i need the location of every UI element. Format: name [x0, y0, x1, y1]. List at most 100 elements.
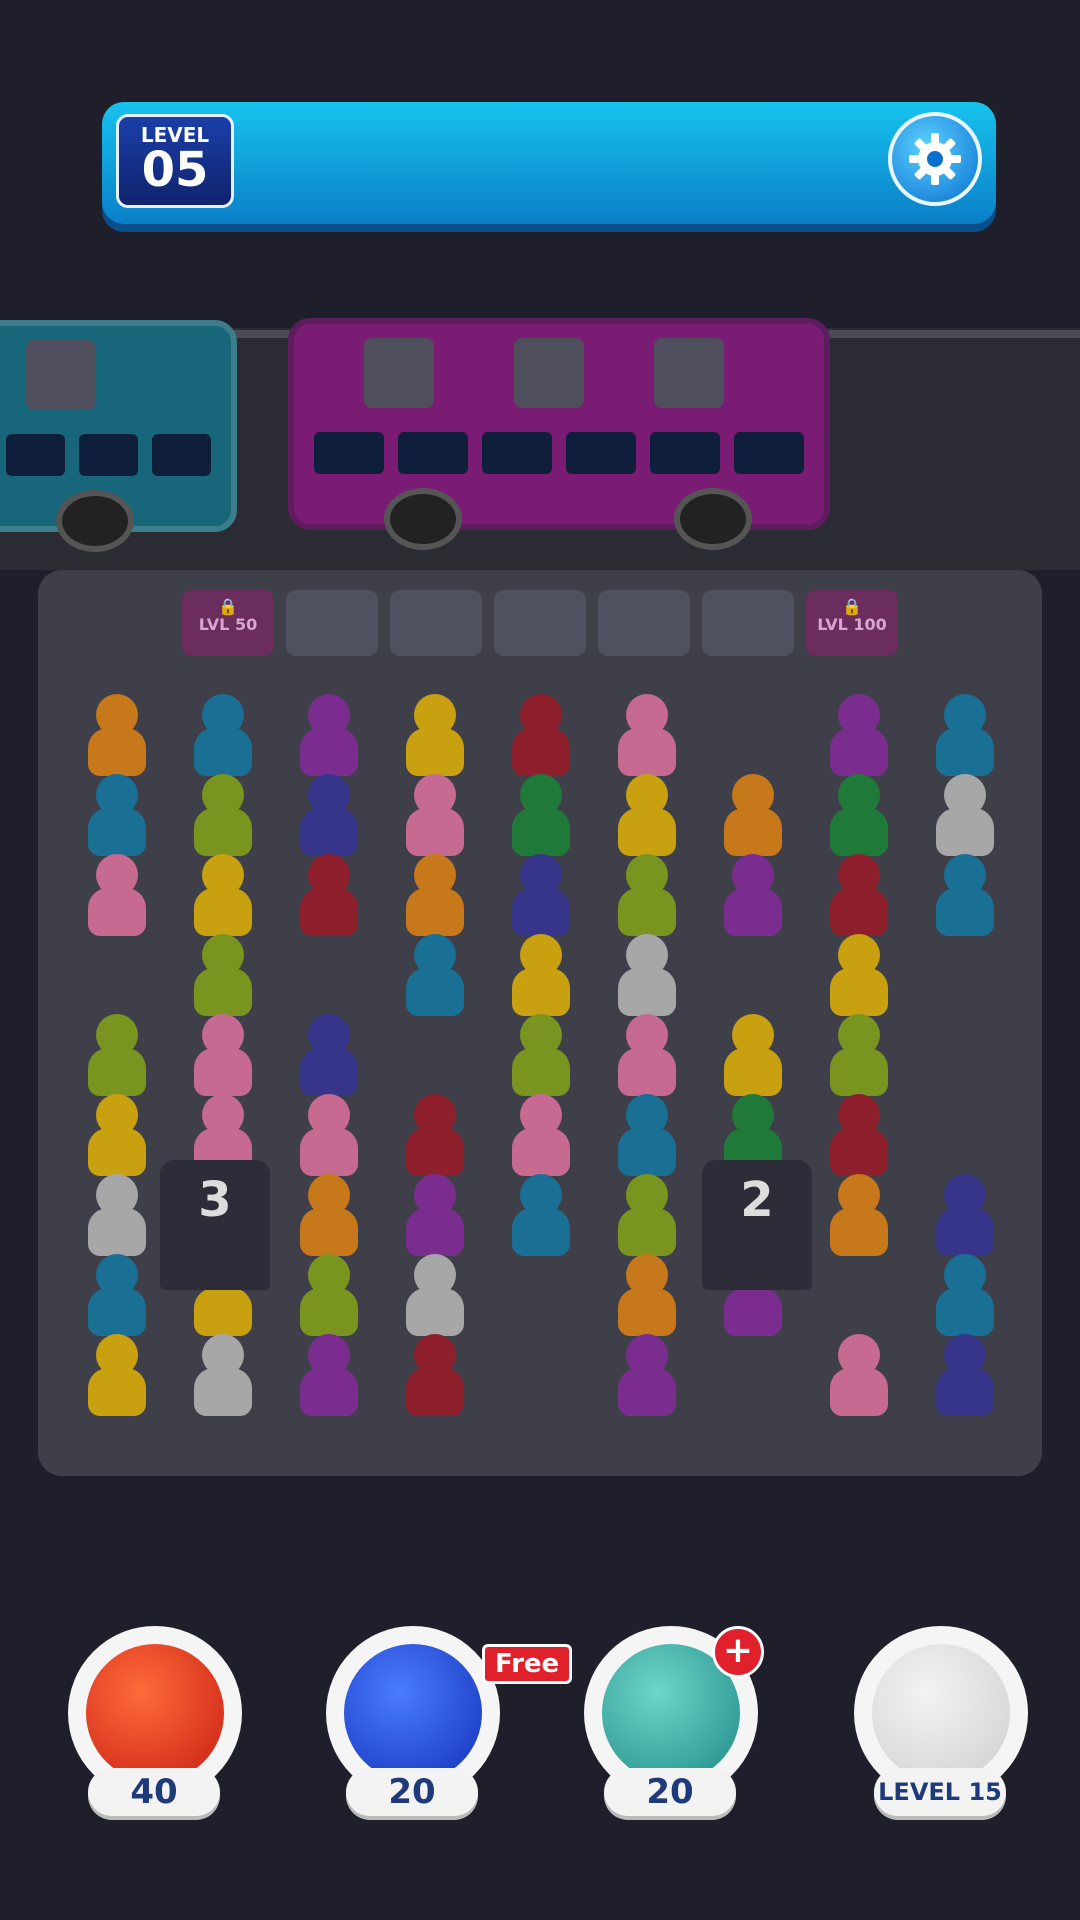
passenger[interactable]	[822, 774, 894, 864]
settings-button[interactable]	[888, 112, 982, 206]
passenger[interactable]	[610, 1094, 682, 1184]
bus-windows	[6, 434, 211, 476]
passenger[interactable]	[822, 1014, 894, 1104]
shuffle-count: 20	[346, 1768, 478, 1816]
shuffle-icon	[344, 1644, 482, 1782]
gear-icon	[909, 133, 961, 185]
passenger[interactable]	[928, 854, 1000, 944]
waiting-slot	[702, 590, 794, 656]
passenger[interactable]	[716, 854, 788, 944]
passenger[interactable]	[186, 854, 258, 944]
passenger[interactable]	[928, 694, 1000, 784]
waiting-slot	[390, 590, 482, 656]
bus-seat	[26, 340, 96, 410]
passenger[interactable]	[80, 1254, 152, 1344]
passenger[interactable]	[292, 694, 364, 784]
passenger[interactable]	[80, 694, 152, 784]
passenger[interactable]	[292, 854, 364, 944]
bus-seat	[654, 338, 724, 408]
free-tag: Free	[482, 1644, 573, 1684]
bus-purple[interactable]	[288, 318, 830, 550]
passenger[interactable]	[186, 1014, 258, 1104]
passenger[interactable]	[822, 1334, 894, 1424]
passenger[interactable]	[610, 1254, 682, 1344]
passenger[interactable]	[398, 1094, 470, 1184]
tunnel-left[interactable]: 3	[160, 1160, 270, 1290]
waiting-slot	[286, 590, 378, 656]
passenger[interactable]	[80, 1174, 152, 1264]
passenger[interactable]	[504, 854, 576, 944]
undo-powerup[interactable]: 40	[68, 1620, 242, 1820]
passenger[interactable]	[398, 1174, 470, 1264]
passenger[interactable]	[398, 694, 470, 784]
freeze-count: 20	[604, 1768, 736, 1816]
passenger[interactable]	[928, 1254, 1000, 1344]
passenger[interactable]	[398, 774, 470, 864]
passenger[interactable]	[186, 1334, 258, 1424]
passenger[interactable]	[610, 694, 682, 784]
passenger[interactable]	[292, 1334, 364, 1424]
passenger[interactable]	[610, 774, 682, 864]
waiting-slot	[598, 590, 690, 656]
passenger[interactable]	[610, 1014, 682, 1104]
passenger[interactable]	[398, 854, 470, 944]
passenger[interactable]	[504, 694, 576, 784]
passenger[interactable]	[822, 854, 894, 944]
padlock-icon	[872, 1644, 1010, 1782]
passenger[interactable]	[822, 934, 894, 1024]
passenger[interactable]	[822, 1174, 894, 1264]
passenger[interactable]	[80, 1014, 152, 1104]
passenger[interactable]	[80, 854, 152, 944]
passenger[interactable]	[186, 774, 258, 864]
passenger[interactable]	[398, 934, 470, 1024]
bus-seat	[364, 338, 434, 408]
passenger[interactable]	[716, 1014, 788, 1104]
bus-seat	[514, 338, 584, 408]
undo-count: 40	[88, 1768, 220, 1816]
passenger[interactable]	[80, 774, 152, 864]
passenger[interactable]	[292, 774, 364, 864]
locked-powerup[interactable]: LEVEL 15	[854, 1620, 1028, 1820]
passenger[interactable]	[716, 774, 788, 864]
passenger[interactable]	[504, 1094, 576, 1184]
passenger[interactable]	[292, 1094, 364, 1184]
passenger[interactable]	[610, 854, 682, 944]
passenger[interactable]	[928, 774, 1000, 864]
bus-wheel	[674, 488, 752, 550]
passenger[interactable]	[822, 694, 894, 784]
undo-arrow-icon	[86, 1644, 224, 1782]
tunnel-right[interactable]: 2	[702, 1160, 812, 1290]
tunnel-count: 3	[198, 1172, 232, 1228]
waiting-slot	[494, 590, 586, 656]
passenger[interactable]	[80, 1094, 152, 1184]
bus-teal[interactable]	[0, 320, 237, 552]
passenger[interactable]	[398, 1254, 470, 1344]
bus-wheel	[384, 488, 462, 550]
passenger[interactable]	[186, 934, 258, 1024]
locked-slot-lvl100[interactable]: 🔒 LVL 100	[806, 590, 898, 656]
shuffle-powerup[interactable]: Free 20	[326, 1620, 573, 1820]
passenger[interactable]	[610, 1174, 682, 1264]
passenger[interactable]	[186, 694, 258, 784]
passenger[interactable]	[504, 1014, 576, 1104]
passenger[interactable]	[610, 1334, 682, 1424]
passenger[interactable]	[398, 1334, 470, 1424]
passenger[interactable]	[504, 774, 576, 864]
passenger[interactable]	[80, 1334, 152, 1424]
passenger[interactable]	[292, 1174, 364, 1264]
freeze-powerup[interactable]: + 20	[584, 1620, 764, 1820]
passenger[interactable]	[928, 1334, 1000, 1424]
add-freeze-button[interactable]: +	[712, 1626, 764, 1678]
locked-slot-lvl50[interactable]: 🔒 LVL 50	[182, 590, 274, 656]
passenger[interactable]	[928, 1174, 1000, 1264]
passenger[interactable]	[292, 1254, 364, 1344]
passenger[interactable]	[292, 1014, 364, 1104]
passenger[interactable]	[504, 1174, 576, 1264]
passenger[interactable]	[504, 934, 576, 1024]
passenger[interactable]	[610, 934, 682, 1024]
top-bar: LEVEL 05	[102, 102, 996, 224]
level-badge: LEVEL 05	[116, 114, 234, 208]
tunnel-count: 2	[740, 1172, 774, 1228]
passenger[interactable]	[822, 1094, 894, 1184]
waiting-slots: 🔒 LVL 50 🔒 LVL 100	[182, 590, 898, 656]
